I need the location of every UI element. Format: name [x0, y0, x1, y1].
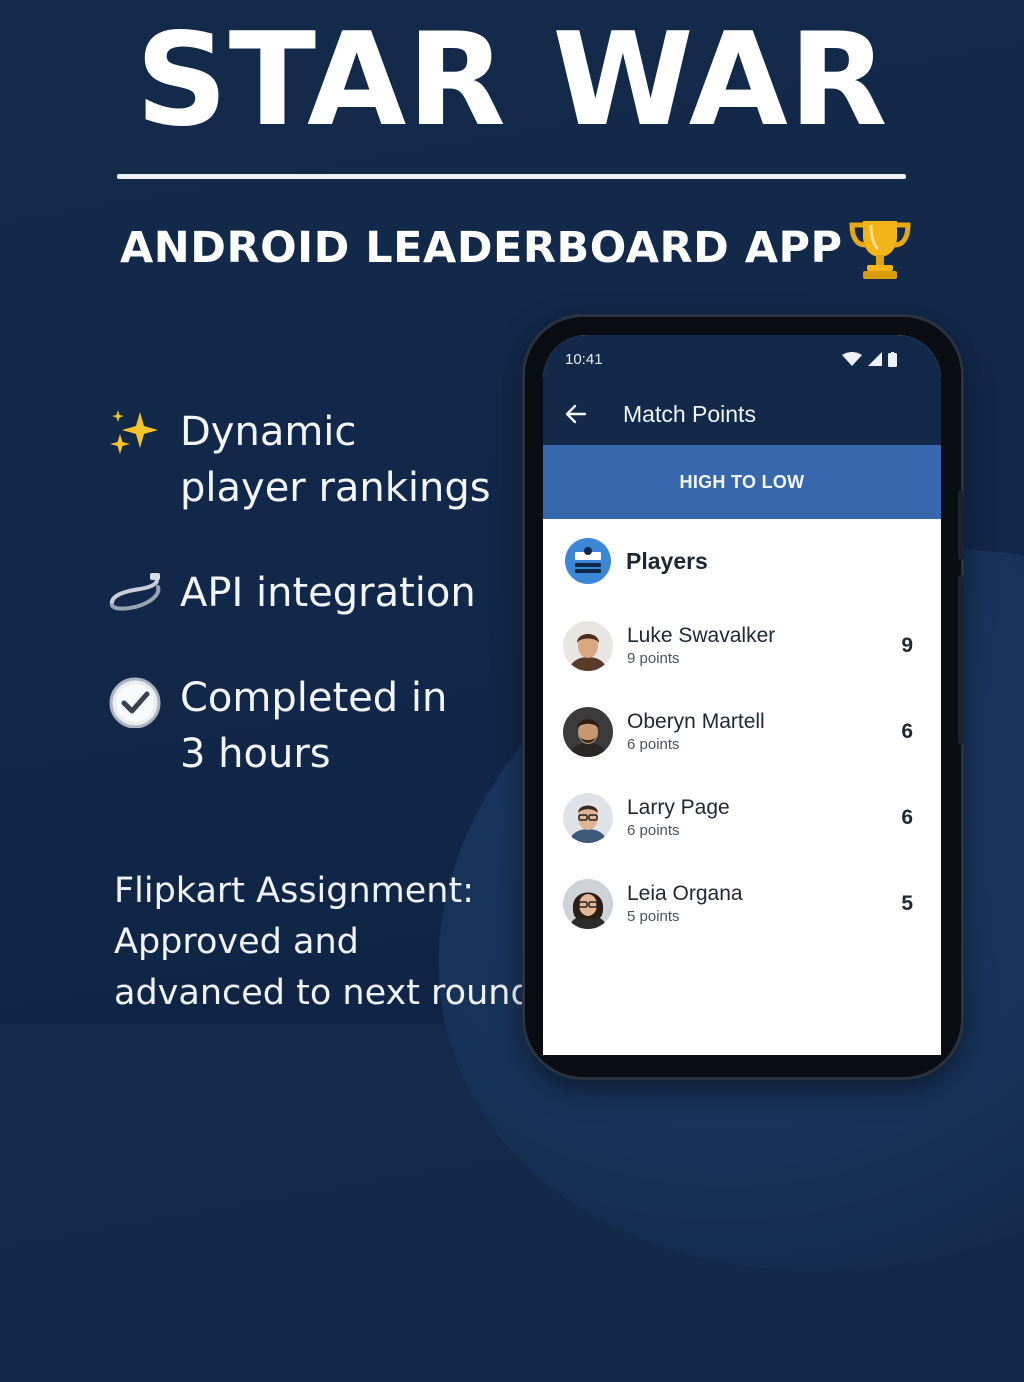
feature-1-line-1: Dynamic: [180, 409, 357, 455]
wifi-icon: [842, 352, 862, 366]
phone-side-button: [958, 490, 964, 560]
feature-completed-time: Completed in 3 hours: [106, 670, 447, 782]
players-icon: [565, 538, 611, 584]
feature-api-integration: API integration: [106, 565, 476, 623]
player-avatar: [563, 707, 613, 757]
player-score: 6: [901, 720, 913, 743]
player-avatar: [563, 621, 613, 671]
player-row[interactable]: Larry Page 6 points 6: [543, 775, 941, 861]
hero-subtitle: ANDROID LEADERBOARD APP: [120, 223, 843, 273]
feature-1-line-2: player rankings: [180, 465, 491, 511]
player-points-label: 6 points: [627, 736, 680, 753]
status-time: 10:41: [565, 350, 603, 368]
check-circle-icon: [109, 677, 161, 728]
signal-icon: [868, 352, 882, 366]
player-name: Luke Swavalker: [627, 624, 776, 647]
feature-2-line-1: API integration: [180, 570, 476, 616]
player-points-label: 9 points: [627, 650, 680, 667]
back-arrow-icon[interactable]: [565, 403, 587, 425]
status-icons: [842, 351, 897, 367]
player-points-label: 5 points: [627, 908, 680, 925]
status-bar: 10:41: [543, 335, 941, 383]
player-row[interactable]: Leia Organa 5 points 5: [543, 861, 941, 947]
player-score: 9: [901, 634, 913, 657]
feature-3-line-1: Completed in: [180, 675, 448, 721]
player-score: 6: [901, 806, 913, 829]
hero-title: STAR WAR: [135, 6, 889, 155]
player-avatar: [563, 879, 613, 929]
players-label: Players: [626, 547, 708, 574]
player-name: Oberyn Martell: [627, 710, 765, 733]
app-bar: Match Points: [543, 383, 941, 445]
footer-line-3: advanced to next round: [114, 973, 533, 1013]
sparkles-icon: [110, 410, 158, 454]
title-divider: [117, 174, 906, 179]
app-bar-title: Match Points: [623, 400, 756, 427]
footer-note: Flipkart Assignment: Approved and advanc…: [114, 866, 534, 1019]
footer-line-1: Flipkart Assignment:: [114, 871, 474, 911]
phone-screen: 10:41 Match Points HIGH TO LOW Players L…: [543, 335, 941, 1055]
cable-icon: [109, 573, 161, 611]
feature-3-line-2: 3 hours: [180, 731, 331, 777]
footer-line-2: Approved and: [114, 922, 359, 962]
player-points-label: 6 points: [627, 822, 680, 839]
player-avatar: [563, 793, 613, 843]
phone-volume-button: [958, 575, 964, 745]
player-name: Larry Page: [627, 796, 730, 819]
player-row[interactable]: Luke Swavalker 9 points 9: [543, 603, 941, 689]
feature-dynamic-rankings: Dynamic player rankings: [106, 404, 491, 516]
battery-icon: [888, 351, 897, 367]
hero-subtitle-row: ANDROID LEADERBOARD APP: [120, 220, 915, 279]
player-name: Leia Organa: [627, 882, 743, 905]
player-score: 5: [901, 892, 913, 915]
trophy-icon: [849, 221, 911, 279]
sort-high-to-low-button[interactable]: HIGH TO LOW: [543, 445, 941, 519]
player-row[interactable]: Oberyn Martell 6 points 6: [543, 689, 941, 775]
players-section-header: Players: [543, 519, 941, 603]
